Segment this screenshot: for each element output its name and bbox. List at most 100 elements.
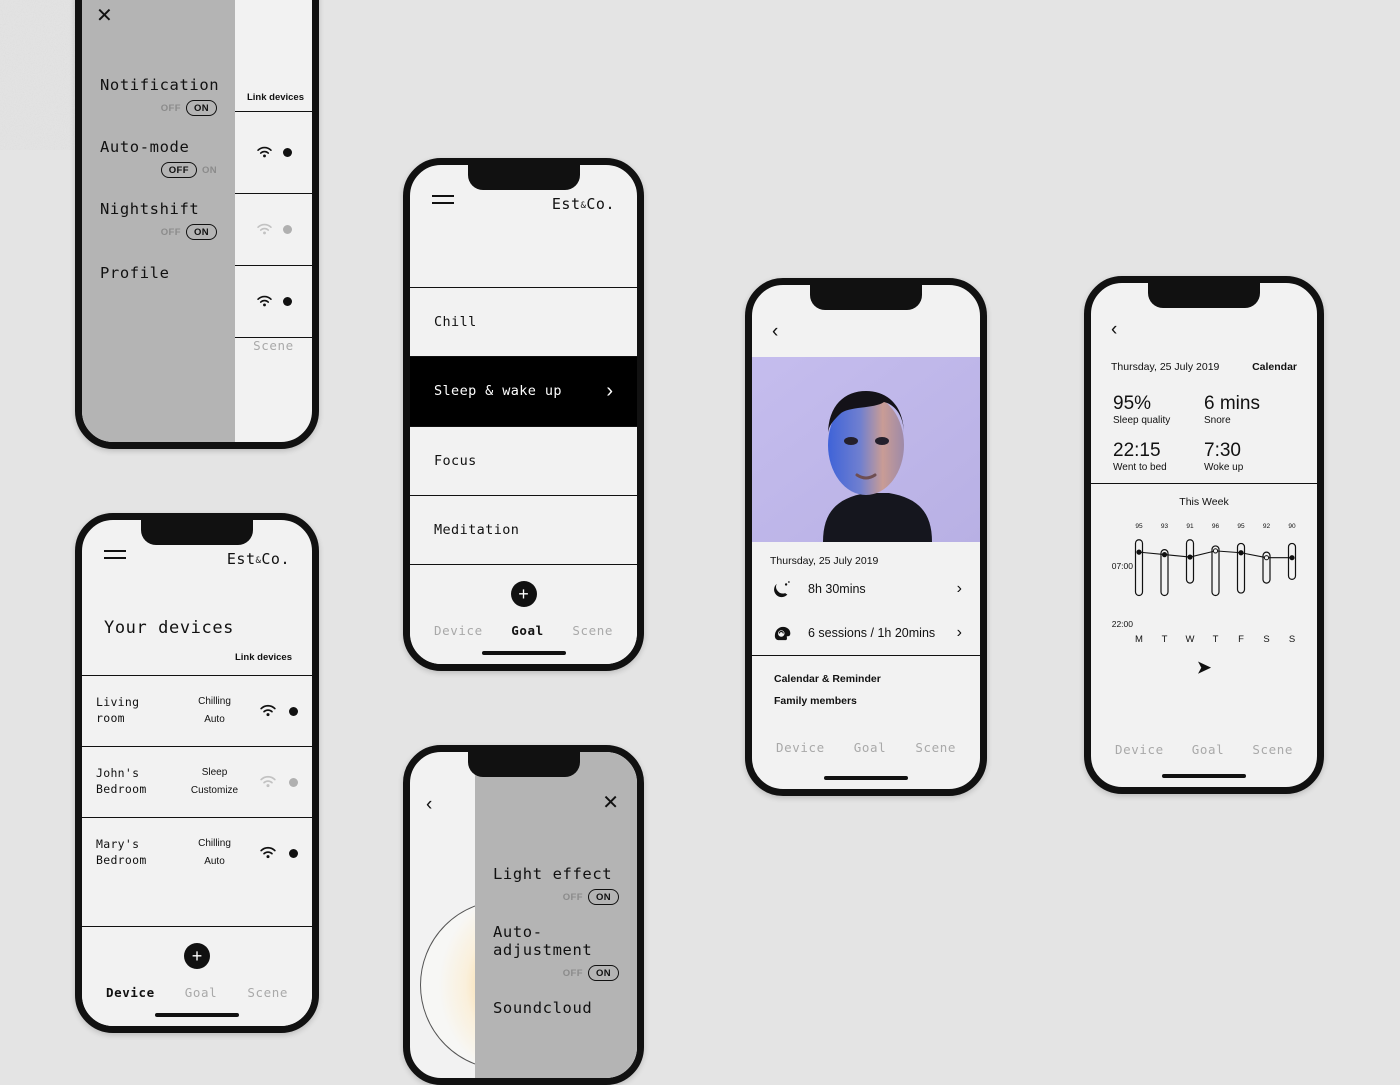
- close-icon[interactable]: ✕: [96, 3, 217, 28]
- metric-value: 8h 30mins: [808, 582, 866, 596]
- stat-value: 7:30: [1204, 440, 1241, 461]
- device-name: Living room: [96, 695, 140, 725]
- link-family-members[interactable]: Family members: [752, 690, 980, 712]
- device-name: Mary's Bedroom: [96, 837, 147, 867]
- toggle-nightshift[interactable]: OFF ON: [100, 224, 217, 240]
- chevron-left-icon[interactable]: ‹: [1111, 319, 1297, 341]
- toggle-off-label: OFF: [160, 102, 181, 114]
- device-row-marys-bedroom[interactable]: Mary's Bedroom Chilling Auto: [82, 817, 312, 888]
- setting-label-notification: Notification: [100, 76, 220, 94]
- nav-item-device[interactable]: Device: [776, 740, 825, 755]
- nav-item-scene[interactable]: Scene: [235, 337, 312, 375]
- settings-drawer-panel: ✕ Notification OFF ON Auto-mode OFF ON N…: [82, 0, 235, 442]
- nav-item-goal[interactable]: Goal: [511, 623, 544, 638]
- toggle-auto-mode[interactable]: OFF ON: [100, 162, 217, 178]
- goal-row-chill[interactable]: Chill: [410, 287, 637, 357]
- stat-label: Woke up: [1204, 462, 1244, 473]
- toggle-on-label: ON: [185, 100, 217, 116]
- phone-settings-drawer: Link devices Scene ✕ Notification OFF ON…: [75, 0, 319, 449]
- phone-notch: [467, 165, 580, 190]
- nav-item-scene[interactable]: Scene: [1252, 742, 1293, 757]
- nav-item-scene[interactable]: Scene: [572, 623, 613, 638]
- chevron-right-icon: ›: [606, 379, 613, 402]
- sleep-date: Thursday, 25 July 2019: [770, 555, 879, 567]
- toggle-notification[interactable]: OFF ON: [100, 100, 217, 116]
- svg-text:92: 92: [1263, 523, 1271, 530]
- wifi-icon: [260, 775, 276, 788]
- nav-item-device[interactable]: Device: [1115, 742, 1164, 757]
- phone-light-effect-drawer: ‹ ✕ Light effect OFF ON Auto-adjustment …: [403, 745, 644, 1085]
- link-devices-link[interactable]: Link devices: [247, 92, 304, 103]
- nav-item-goal[interactable]: Goal: [1192, 742, 1225, 757]
- portrait-photo: [752, 357, 980, 542]
- toggle-on-label: ON: [587, 965, 619, 981]
- phone-goals-list: Est&Co. Chill Sleep & wake up › Focus Me…: [403, 158, 644, 671]
- goal-row-focus[interactable]: Focus: [410, 425, 637, 495]
- svg-text:22:00: 22:00: [1112, 619, 1134, 629]
- goal-label: Meditation: [434, 521, 520, 538]
- stat-label: Went to bed: [1113, 462, 1167, 473]
- svg-text:F: F: [1238, 634, 1244, 645]
- metric-row-sleep-duration[interactable]: 8h 30mins ›: [752, 567, 980, 611]
- calendar-button[interactable]: Calendar: [1252, 361, 1297, 373]
- link-calendar-reminder[interactable]: Calendar & Reminder: [752, 668, 980, 690]
- phone-notch: [1148, 283, 1260, 308]
- nav-item-device[interactable]: Device: [106, 985, 155, 1000]
- stats-grid: 95% Sleep quality 6 mins Snore 22:15 Wen…: [1091, 373, 1317, 483]
- nav-item-device[interactable]: Device: [434, 623, 483, 638]
- setting-label-soundcloud[interactable]: Soundcloud: [493, 999, 619, 1017]
- svg-text:91: 91: [1186, 523, 1194, 530]
- send-arrow-icon[interactable]: ➤: [1091, 658, 1317, 678]
- toggle-light-effect[interactable]: OFF ON: [493, 889, 619, 905]
- moon-sleep-icon: [770, 577, 794, 601]
- bottom-navigation: + Device Goal Scene: [82, 926, 312, 1026]
- status-dot-online: [282, 297, 292, 306]
- device-row-living-room[interactable]: Living room Chilling Auto: [82, 675, 312, 746]
- chevron-left-icon[interactable]: ‹: [426, 794, 432, 816]
- toggle-auto-adjustment[interactable]: OFF ON: [493, 965, 619, 981]
- svg-text:07:00: 07:00: [1112, 561, 1134, 571]
- brand-logo: Est&Co.: [227, 550, 290, 568]
- goal-label: Focus: [434, 452, 477, 469]
- device-status-row[interactable]: [235, 265, 312, 337]
- device-mode: Chilling Auto: [184, 835, 246, 871]
- link-devices-link[interactable]: Link devices: [82, 638, 312, 675]
- status-dot-offline: [282, 225, 292, 234]
- wifi-icon: [260, 704, 276, 717]
- wifi-icon: [256, 295, 272, 307]
- nav-item-scene[interactable]: Scene: [247, 985, 288, 1000]
- device-mode: Sleep Customize: [184, 764, 246, 800]
- brand-name: Est: [551, 195, 581, 213]
- device-status-row[interactable]: [235, 111, 312, 193]
- add-device-button[interactable]: +: [184, 943, 210, 969]
- chevron-right-icon: ›: [956, 624, 962, 641]
- goal-row-sleep-wake-up[interactable]: Sleep & wake up ›: [410, 356, 637, 426]
- page-title: Your devices: [104, 618, 235, 638]
- setting-label-profile[interactable]: Profile: [100, 264, 217, 282]
- status-dot-online: [289, 706, 298, 716]
- device-status-row[interactable]: [235, 193, 312, 265]
- goal-row-meditation[interactable]: Meditation: [410, 494, 637, 565]
- brand-name: Est: [226, 550, 256, 568]
- device-mode-line2: Auto: [204, 714, 225, 725]
- svg-text:93: 93: [1161, 523, 1169, 530]
- brand-logo: Est&Co.: [552, 195, 615, 213]
- nav-item-goal[interactable]: Goal: [854, 740, 887, 755]
- hamburger-icon[interactable]: [104, 550, 126, 564]
- chevron-left-icon[interactable]: ‹: [772, 321, 960, 343]
- stats-date: Thursday, 25 July 2019: [1111, 361, 1220, 373]
- goal-label: Sleep & wake up: [434, 383, 562, 400]
- nav-item-goal[interactable]: Goal: [185, 985, 218, 1000]
- phone-sleep-stats: ‹ Thursday, 25 July 2019 Calendar 95% Sl…: [1084, 276, 1324, 794]
- add-goal-button[interactable]: +: [510, 581, 537, 608]
- close-icon[interactable]: ✕: [602, 790, 619, 815]
- hamburger-icon[interactable]: [432, 195, 454, 209]
- nav-items: Device Goal Scene: [410, 623, 637, 638]
- device-mode-line1: Sleep: [201, 767, 228, 778]
- device-mode-line2: Customize: [190, 785, 239, 796]
- metric-row-meditation-sessions[interactable]: 6 sessions / 1h 20mins ›: [752, 611, 980, 655]
- bottom-navigation: + Device Goal Scene: [410, 564, 637, 664]
- status-dot-online: [282, 148, 292, 157]
- nav-item-scene[interactable]: Scene: [915, 740, 956, 755]
- device-row-johns-bedroom[interactable]: John's Bedroom Sleep Customize: [82, 746, 312, 817]
